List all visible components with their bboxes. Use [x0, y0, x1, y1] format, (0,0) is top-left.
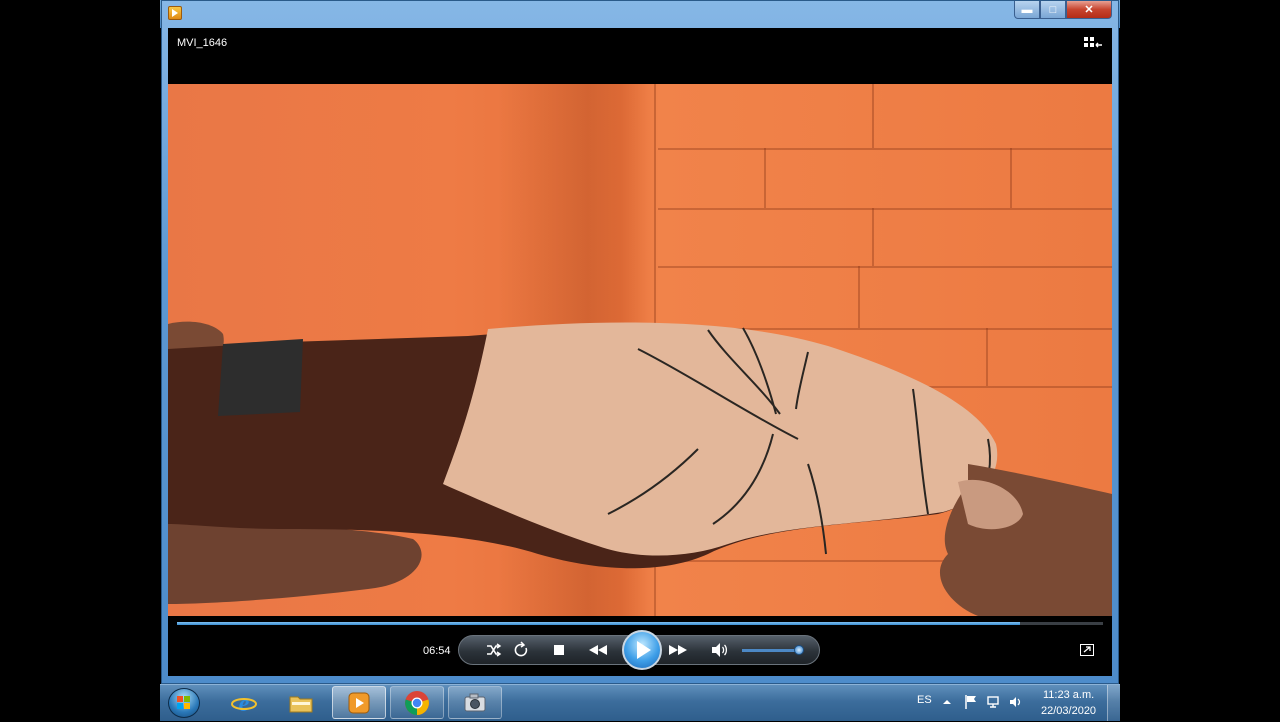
show-desktop-button[interactable]	[1107, 685, 1120, 721]
language-indicator[interactable]: ES	[917, 694, 932, 706]
windows-logo-icon	[177, 696, 190, 709]
video-frame[interactable]	[168, 84, 1112, 616]
clock-time[interactable]: 11:23 a.m.	[1043, 689, 1094, 701]
media-player-icon	[348, 692, 370, 713]
seek-bar-progress	[177, 622, 1020, 625]
shuffle-icon[interactable]	[483, 636, 503, 664]
rewind-icon[interactable]	[585, 636, 611, 664]
taskbar-google-chrome[interactable]	[390, 686, 444, 719]
taskbar: e ES 11:23 a.m. 22/03/2020	[160, 684, 1120, 721]
media-player-app-icon[interactable]	[168, 6, 182, 20]
close-button[interactable]: ✕	[1066, 1, 1112, 19]
chrome-icon	[405, 690, 429, 715]
elapsed-time: 06:54	[423, 645, 451, 657]
repeat-icon[interactable]	[511, 636, 531, 664]
speaker-icon[interactable]	[709, 636, 729, 664]
seek-bar[interactable]	[177, 622, 1103, 625]
taskbar-windows-media-player[interactable]	[332, 686, 386, 719]
svg-text:e: e	[239, 691, 250, 717]
taskbar-windows-explorer[interactable]	[274, 686, 328, 719]
action-center-flag-icon[interactable]	[964, 694, 978, 710]
left-hand-fingers	[168, 524, 422, 604]
play-button[interactable]	[622, 630, 662, 670]
stop-icon[interactable]	[549, 636, 569, 664]
shoe-last-scene	[168, 321, 1112, 616]
maximize-button[interactable]: □	[1040, 1, 1066, 19]
switch-to-library-icon[interactable]	[1084, 36, 1102, 50]
camera-icon	[464, 693, 486, 711]
media-title: MVI_1646	[177, 37, 228, 49]
fast-forward-icon[interactable]	[665, 636, 691, 664]
taskbar-internet-explorer[interactable]: e	[217, 686, 271, 719]
volume-slider-thumb[interactable]	[794, 645, 804, 655]
internet-explorer-icon: e	[231, 691, 257, 717]
show-hidden-icons-chevron-icon[interactable]	[942, 697, 952, 707]
minimize-button[interactable]: ▬	[1014, 1, 1040, 19]
switch-to-now-playing-icon[interactable]	[1080, 644, 1094, 656]
caption-buttons: ▬ □ ✕	[1014, 1, 1112, 20]
clock-date[interactable]: 22/03/2020	[1041, 705, 1096, 717]
last-handle-metal	[218, 339, 303, 416]
start-button[interactable]	[168, 688, 200, 718]
volume-slider[interactable]	[742, 649, 802, 652]
taskbar-camera-app[interactable]	[448, 686, 502, 719]
folder-icon	[289, 696, 313, 712]
player-pane: MVI_1646 06:54	[168, 28, 1112, 676]
network-icon[interactable]	[986, 694, 1002, 710]
volume-tray-icon[interactable]	[1008, 694, 1024, 710]
